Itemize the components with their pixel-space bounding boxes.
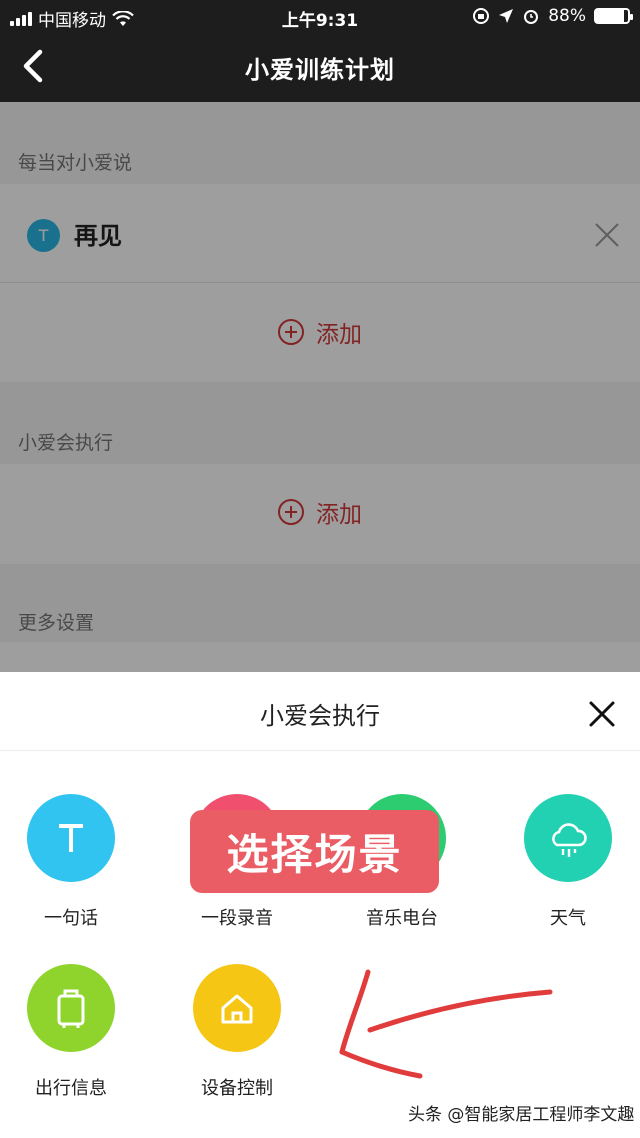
page-title: 小爱训练计划: [245, 56, 395, 84]
status-bar: 中国移动 上午9:31 88%: [0, 0, 640, 34]
red-arrow-annotation: [339, 969, 553, 1079]
nav-bar: 小爱训练计划: [0, 34, 640, 102]
option-label: 一段录音: [201, 908, 273, 929]
location-icon: [499, 9, 514, 23]
home-icon: [193, 964, 281, 1052]
watermark-text: 头条 @智能家居工程师李文趣: [408, 1105, 635, 1125]
option-label: 出行信息: [35, 1078, 107, 1099]
annotation-banner: 选择场景: [190, 810, 439, 893]
close-icon[interactable]: [586, 698, 618, 730]
status-right: 88%: [472, 6, 633, 26]
option-label: 天气: [550, 908, 586, 929]
option-travel-info[interactable]: 出行信息: [0, 964, 146, 1100]
watermark: 头条 @智能家居工程师李文趣: [408, 1100, 634, 1125]
option-sentence[interactable]: 一句话: [0, 794, 146, 930]
luggage-icon: [27, 964, 115, 1052]
option-label: 设备控制: [201, 1078, 273, 1099]
battery-fill: [596, 10, 625, 22]
option-label: 音乐电台: [366, 908, 438, 929]
alarm-icon: [524, 10, 539, 24]
option-weather[interactable]: 天气: [493, 794, 640, 930]
sheet-title: 小爱会执行: [260, 702, 380, 730]
text-icon: [27, 794, 115, 882]
rotation-lock-icon: [473, 8, 490, 24]
battery-percent: 88%: [548, 6, 586, 26]
option-device-control[interactable]: 设备控制: [162, 964, 312, 1100]
option-label: 一句话: [44, 908, 98, 929]
battery-icon: [594, 8, 633, 24]
weather-cloud-icon: [524, 794, 612, 882]
sheet-divider: [0, 750, 640, 751]
